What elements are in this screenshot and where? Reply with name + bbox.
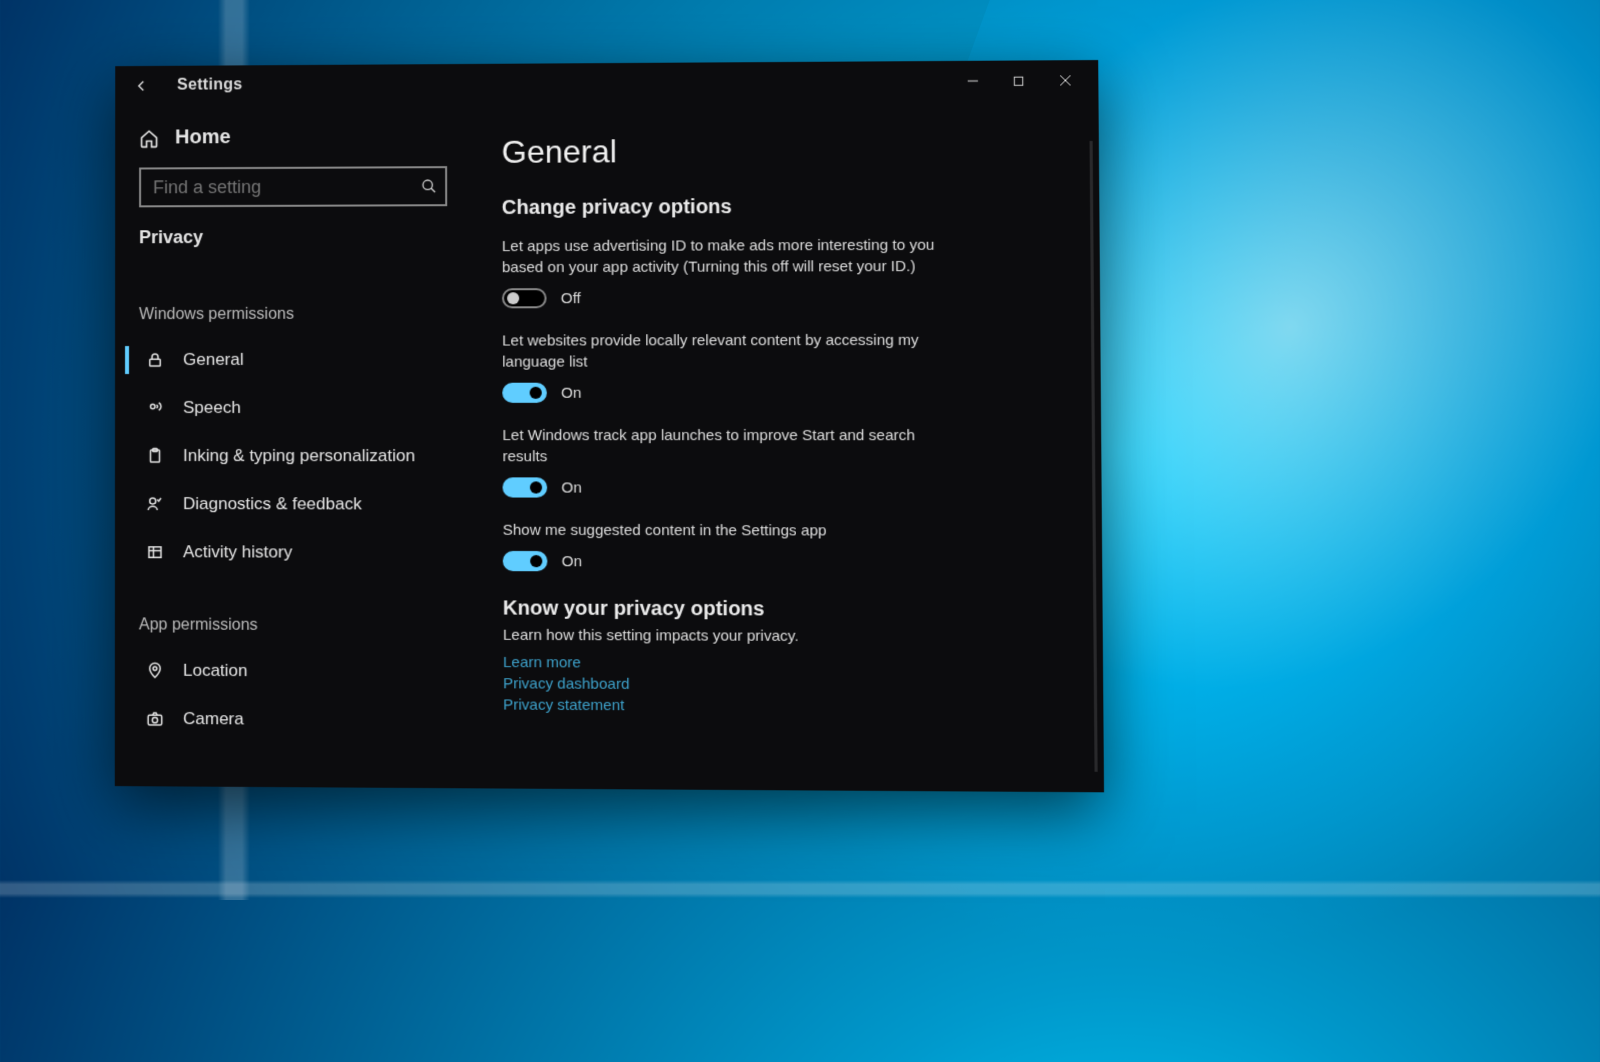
toggle-language-list[interactable] bbox=[502, 383, 547, 403]
search-input[interactable] bbox=[153, 176, 421, 198]
category-label: Privacy bbox=[125, 218, 461, 266]
know-your-privacy-section: Know your privacy options Learn how this… bbox=[503, 597, 1073, 718]
page-title: General bbox=[502, 131, 1069, 171]
setting-description: Show me suggested content in the Setting… bbox=[503, 520, 942, 542]
sidebar-item-label: Speech bbox=[183, 398, 241, 418]
maximize-icon bbox=[1013, 75, 1024, 86]
setting-suggested-content: Show me suggested content in the Setting… bbox=[503, 520, 1072, 573]
section-heading-windows-permissions: Windows permissions bbox=[125, 265, 462, 336]
home-label: Home bbox=[175, 126, 231, 149]
close-icon bbox=[1059, 74, 1071, 86]
lock-icon bbox=[145, 351, 165, 369]
toggle-state-label: Off bbox=[561, 290, 581, 307]
sidebar-item-location[interactable]: Location bbox=[125, 646, 463, 696]
close-button[interactable] bbox=[1042, 65, 1089, 96]
sidebar-item-inking[interactable]: Inking & typing personalization bbox=[125, 432, 462, 480]
sidebar-item-diagnostics[interactable]: Diagnostics & feedback bbox=[125, 480, 462, 529]
setting-track-launches: Let Windows track app launches to improv… bbox=[502, 425, 1070, 498]
speech-icon bbox=[145, 399, 165, 417]
toggle-state-label: On bbox=[561, 479, 581, 496]
maximize-button[interactable] bbox=[995, 65, 1041, 96]
setting-description: Let Windows track app launches to improv… bbox=[502, 425, 941, 468]
sidebar-item-label: Camera bbox=[183, 709, 244, 729]
home-nav[interactable]: Home bbox=[125, 119, 461, 162]
toggle-state-label: On bbox=[561, 384, 581, 401]
feedback-icon bbox=[145, 495, 165, 513]
toggle-track-launches[interactable] bbox=[503, 477, 548, 497]
know-heading: Know your privacy options bbox=[503, 597, 1072, 622]
page-subtitle: Change privacy options bbox=[502, 195, 1069, 220]
sidebar-item-camera[interactable]: Camera bbox=[125, 695, 463, 745]
minimize-button[interactable] bbox=[949, 66, 995, 97]
sidebar: Home Privacy Windows permissions General bbox=[115, 104, 473, 788]
sidebar-item-label: General bbox=[183, 350, 244, 370]
toggle-suggested-content[interactable] bbox=[503, 551, 548, 571]
sidebar-item-general[interactable]: General bbox=[125, 336, 462, 384]
home-icon bbox=[139, 128, 159, 148]
titlebar: Settings bbox=[115, 60, 1098, 106]
settings-window: Settings Home Privac bbox=[115, 60, 1104, 792]
scrollbar[interactable] bbox=[1090, 141, 1098, 772]
setting-description: Let apps use advertising ID to make ads … bbox=[502, 235, 940, 279]
content-pane: General Change privacy options Let apps … bbox=[471, 100, 1104, 792]
sidebar-item-label: Activity history bbox=[183, 542, 292, 562]
minimize-icon bbox=[966, 75, 978, 87]
link-learn-more[interactable]: Learn more bbox=[503, 652, 1072, 676]
camera-icon bbox=[145, 710, 165, 728]
setting-description: Let websites provide locally relevant co… bbox=[502, 330, 941, 373]
link-privacy-dashboard[interactable]: Privacy dashboard bbox=[503, 673, 1072, 697]
section-heading-app-permissions: App permissions bbox=[125, 576, 463, 648]
location-icon bbox=[145, 662, 165, 680]
sidebar-item-activity[interactable]: Activity history bbox=[125, 528, 462, 577]
sidebar-item-label: Inking & typing personalization bbox=[183, 446, 415, 466]
sidebar-item-speech[interactable]: Speech bbox=[125, 384, 462, 432]
back-arrow-icon bbox=[132, 77, 150, 95]
search-box[interactable] bbox=[139, 166, 447, 207]
window-title: Settings bbox=[177, 76, 243, 94]
toggle-advertising-id[interactable] bbox=[502, 288, 547, 308]
toggle-state-label: On bbox=[562, 553, 582, 570]
setting-language-list: Let websites provide locally relevant co… bbox=[502, 330, 1070, 403]
setting-advertising-id: Let apps use advertising ID to make ads … bbox=[502, 234, 1069, 308]
history-icon bbox=[145, 543, 165, 561]
clipboard-icon bbox=[145, 447, 165, 465]
sidebar-item-label: Location bbox=[183, 661, 248, 681]
know-subtext: Learn how this setting impacts your priv… bbox=[503, 627, 1072, 646]
link-privacy-statement[interactable]: Privacy statement bbox=[503, 694, 1072, 718]
search-icon bbox=[421, 178, 437, 194]
back-button[interactable] bbox=[125, 70, 157, 102]
sidebar-item-label: Diagnostics & feedback bbox=[183, 494, 362, 514]
